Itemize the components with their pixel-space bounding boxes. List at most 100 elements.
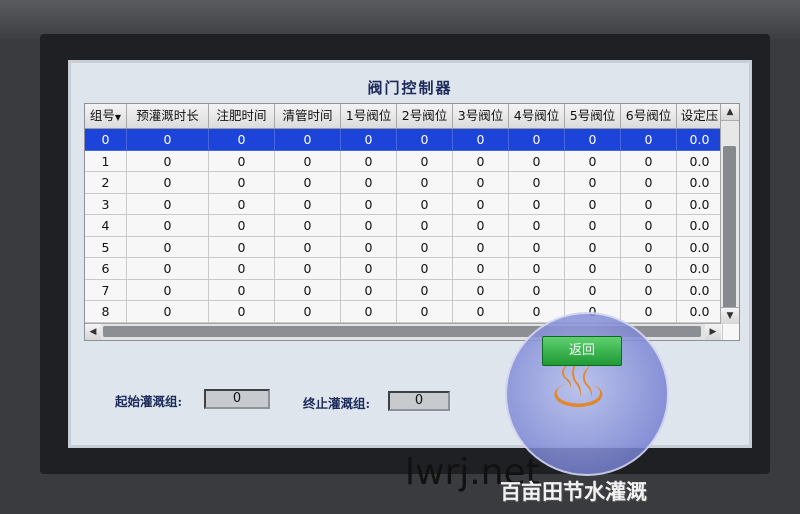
table-cell[interactable]: 0	[509, 129, 565, 151]
table-cell[interactable]: 0.0	[677, 193, 723, 215]
table-cell[interactable]: 0	[509, 236, 565, 258]
table-cell[interactable]: 0	[453, 279, 509, 301]
column-header[interactable]: 清管时间	[275, 104, 341, 128]
table-cell[interactable]: 0	[127, 193, 209, 215]
table-cell[interactable]: 0	[275, 172, 341, 194]
column-header[interactable]: 1号阀位	[341, 104, 397, 128]
table-cell[interactable]: 0	[341, 193, 397, 215]
column-header[interactable]: 4号阀位	[509, 104, 565, 128]
table-cell[interactable]: 0	[209, 172, 275, 194]
table-cell[interactable]: 0	[509, 258, 565, 280]
table-cell[interactable]: 0	[621, 193, 677, 215]
table-cell[interactable]: 3	[85, 193, 127, 215]
column-header[interactable]: 6号阀位	[621, 104, 677, 128]
table-cell[interactable]: 2	[85, 172, 127, 194]
table-cell[interactable]: 0.0	[677, 172, 723, 194]
table-cell[interactable]: 0	[397, 172, 453, 194]
table-cell[interactable]: 0	[127, 236, 209, 258]
table-cell[interactable]: 0	[397, 193, 453, 215]
table-cell[interactable]: 0	[275, 129, 341, 151]
table-cell[interactable]: 0.0	[677, 258, 723, 280]
table-cell[interactable]: 0	[509, 215, 565, 237]
table-cell[interactable]: 4	[85, 215, 127, 237]
table-cell[interactable]: 0	[621, 301, 677, 323]
table-row[interactable]: 0 0 0 0 0 0 0 0 0 0 0.0	[85, 129, 723, 151]
column-header[interactable]: 5号阀位	[565, 104, 621, 128]
table-cell[interactable]: 0.0	[677, 129, 723, 151]
table-cell[interactable]: 0	[397, 129, 453, 151]
table-cell[interactable]: 0	[127, 301, 209, 323]
table-cell[interactable]: 0	[85, 129, 127, 151]
start-group-input[interactable]: 0	[204, 389, 270, 409]
table-cell[interactable]: 0	[127, 150, 209, 172]
table-cell[interactable]: 0	[127, 129, 209, 151]
table-cell[interactable]: 0.0	[677, 215, 723, 237]
table-cell[interactable]: 0	[621, 215, 677, 237]
table-cell[interactable]: 0	[127, 258, 209, 280]
end-group-input[interactable]: 0	[388, 391, 450, 411]
table-cell[interactable]: 0	[341, 150, 397, 172]
table-cell[interactable]: 0.0	[677, 279, 723, 301]
table-cell[interactable]: 0	[275, 301, 341, 323]
column-header[interactable]: 组号▼	[85, 104, 127, 128]
table-cell[interactable]: 0	[565, 215, 621, 237]
table-cell[interactable]: 0	[209, 279, 275, 301]
table-cell[interactable]: 8	[85, 301, 127, 323]
table-cell[interactable]: 0	[509, 150, 565, 172]
table-cell[interactable]: 0	[397, 258, 453, 280]
scroll-right-icon[interactable]: ▶	[705, 324, 721, 340]
scroll-down-icon[interactable]: ▼	[721, 307, 739, 324]
table-cell[interactable]: 0	[453, 172, 509, 194]
table-cell[interactable]: 0	[209, 150, 275, 172]
table-cell[interactable]: 0	[453, 193, 509, 215]
scroll-left-icon[interactable]: ◀	[85, 324, 101, 340]
column-header[interactable]: 设定压	[677, 104, 723, 128]
scroll-up-icon[interactable]: ▲	[721, 104, 739, 121]
column-header[interactable]: 注肥时间	[209, 104, 275, 128]
table-cell[interactable]: 0	[453, 150, 509, 172]
table-cell[interactable]: 0	[209, 129, 275, 151]
table-row[interactable]: 80000000000.0	[85, 301, 723, 323]
table-cell[interactable]: 0	[397, 301, 453, 323]
table-row[interactable]: 1 0 0 0 0 0 0 0 0 0 0.0	[85, 150, 723, 172]
table-cell[interactable]: 0	[341, 172, 397, 194]
table-cell[interactable]: 0	[621, 258, 677, 280]
table-cell[interactable]: 0	[565, 279, 621, 301]
table-cell[interactable]: 0	[275, 279, 341, 301]
column-header[interactable]: 2号阀位	[397, 104, 453, 128]
table-cell[interactable]: 7	[85, 279, 127, 301]
table-cell[interactable]: 0	[275, 193, 341, 215]
table-cell[interactable]: 0	[341, 301, 397, 323]
table-cell[interactable]: 0	[209, 193, 275, 215]
table-cell[interactable]: 0	[341, 258, 397, 280]
sort-down-icon[interactable]: ▼	[115, 113, 121, 122]
table-cell[interactable]: 0	[275, 150, 341, 172]
table-cell[interactable]: 0	[565, 193, 621, 215]
table-cell[interactable]: 0	[453, 258, 509, 280]
table-cell[interactable]: 0	[509, 279, 565, 301]
column-header[interactable]: 3号阀位	[453, 104, 509, 128]
table-cell[interactable]: 0	[565, 236, 621, 258]
table-row[interactable]: 2 0 0 0 0 0 0 0 0 0 0.0	[85, 172, 723, 194]
table-cell[interactable]: 0	[621, 236, 677, 258]
table-cell[interactable]: 0	[127, 279, 209, 301]
table-cell[interactable]: 0	[209, 301, 275, 323]
table-cell[interactable]: 0	[565, 172, 621, 194]
table-cell[interactable]: 0.0	[677, 150, 723, 172]
table-row[interactable]: 6 0 0 0 0 0 0 0 0 0 0.0	[85, 258, 723, 280]
table-cell[interactable]: 0	[341, 236, 397, 258]
table-cell[interactable]: 0	[275, 215, 341, 237]
table-cell[interactable]: 0	[341, 279, 397, 301]
table-cell[interactable]: 0	[453, 215, 509, 237]
table-cell[interactable]: 0	[565, 129, 621, 151]
table-row[interactable]: 7 0 0 0 0 0 0 0 0 0 0.0	[85, 279, 723, 301]
table-cell[interactable]: 0	[565, 258, 621, 280]
table-cell[interactable]: 0	[621, 150, 677, 172]
table-cell[interactable]: 0	[621, 172, 677, 194]
table-row[interactable]: 3 0 0 0 0 0 0 0 0 0 0.0	[85, 193, 723, 215]
table-cell[interactable]: 5	[85, 236, 127, 258]
column-header[interactable]: 预灌溉时长	[127, 104, 209, 128]
table-cell[interactable]: 0	[509, 193, 565, 215]
table-cell[interactable]: 0	[397, 279, 453, 301]
table-cell[interactable]: 0	[275, 236, 341, 258]
